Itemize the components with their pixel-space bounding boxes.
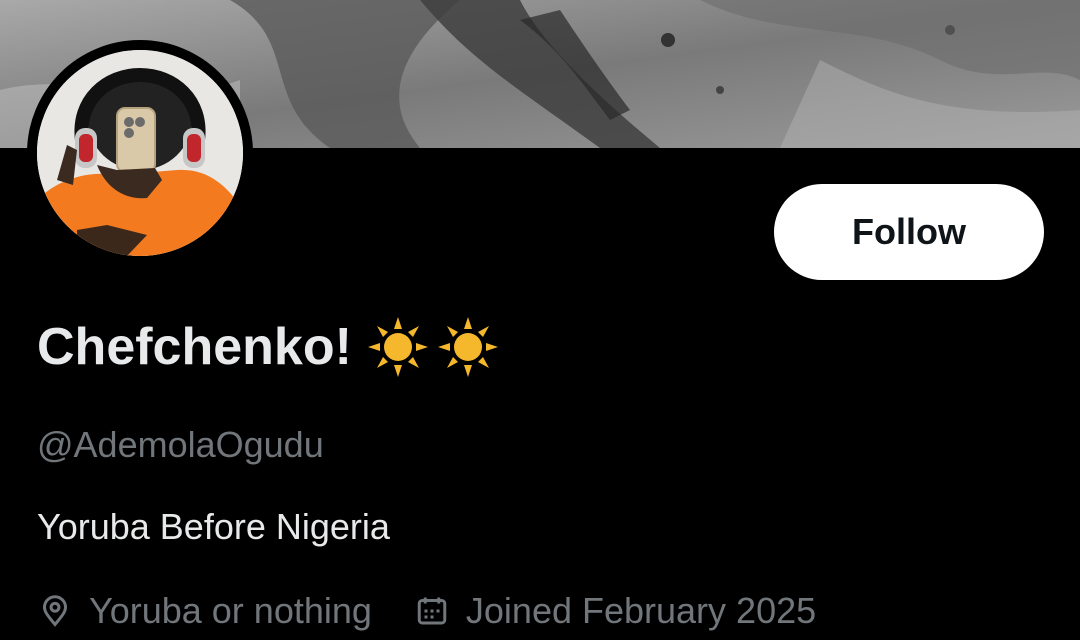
display-name: Chefchenko! bbox=[37, 312, 500, 382]
profile-meta: Yoruba or nothing Joined February 2025 bbox=[37, 590, 816, 632]
location-item: Yoruba or nothing bbox=[37, 590, 372, 632]
profile-bio: Yoruba Before Nigeria bbox=[37, 506, 390, 547]
user-handle: @AdemolaOgudu bbox=[37, 424, 324, 465]
display-name-text: Chefchenko! bbox=[37, 318, 352, 376]
location-text: Yoruba or nothing bbox=[89, 590, 372, 631]
map-pin-icon bbox=[37, 593, 73, 629]
joined-item: Joined February 2025 bbox=[414, 590, 816, 632]
avatar-photo bbox=[37, 50, 243, 256]
joined-text: Joined February 2025 bbox=[465, 590, 817, 631]
sun-icon bbox=[436, 315, 500, 379]
sun-icon bbox=[366, 315, 430, 379]
name-emojis bbox=[366, 315, 500, 379]
profile-avatar[interactable] bbox=[27, 40, 253, 266]
follow-button[interactable]: Follow bbox=[774, 184, 1044, 280]
calendar-icon bbox=[414, 593, 450, 629]
